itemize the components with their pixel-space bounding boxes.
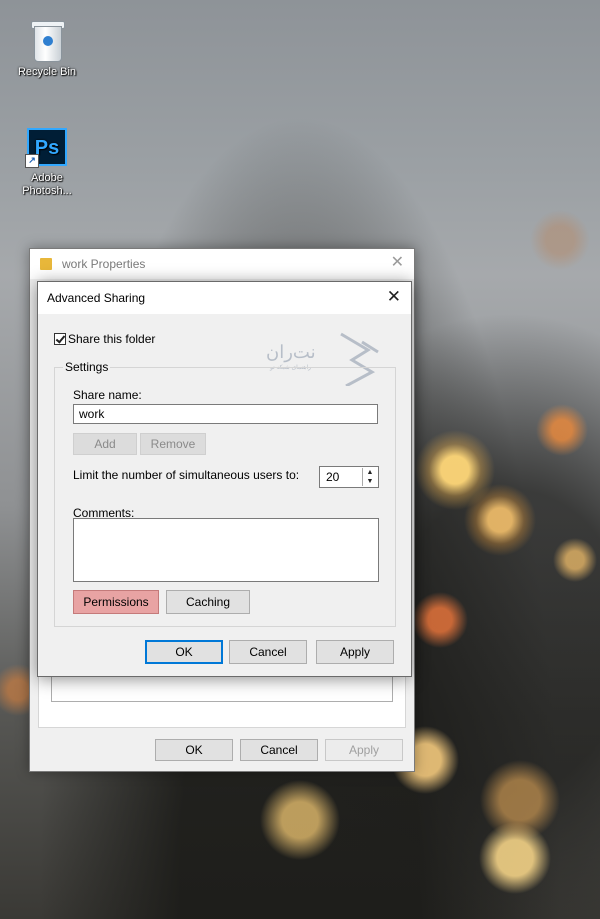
watermark-text: نت‌ران [266, 342, 316, 362]
advanced-sharing-dialog: Advanced Sharing ✕ Share this folder نت‌… [37, 281, 412, 677]
share-folder-label: Share this folder [68, 332, 156, 346]
properties-inner-box [51, 673, 393, 702]
properties-ok-button[interactable]: OK [155, 739, 233, 761]
share-folder-checkbox[interactable] [54, 333, 66, 345]
limit-users-label: Limit the number of simultaneous users t… [73, 468, 300, 482]
close-icon[interactable]: ✕ [391, 255, 404, 271]
properties-titlebar[interactable]: work Properties ✕ [30, 249, 414, 279]
permissions-button[interactable]: Permissions [73, 590, 159, 614]
properties-apply-button[interactable]: Apply [325, 739, 403, 761]
desktop-icon-label: Adobe Photosh... [22, 172, 72, 197]
recycle-bin-icon [29, 18, 65, 62]
shortcut-arrow-icon: ↗ [25, 154, 39, 168]
spin-up-icon[interactable]: ▲ [363, 468, 377, 477]
comments-textarea[interactable] [73, 518, 379, 582]
share-name-label: Share name: [73, 388, 142, 402]
settings-label: Settings [63, 360, 111, 374]
close-icon[interactable]: ✕ [387, 288, 401, 306]
ok-button[interactable]: OK [145, 640, 223, 664]
caching-button[interactable]: Caching [166, 590, 250, 614]
desktop-icon-label: Recycle Bin [17, 66, 77, 78]
remove-button[interactable]: Remove [140, 433, 206, 455]
cancel-button[interactable]: Cancel [229, 640, 307, 664]
desktop-icon-photoshop[interactable]: Ps ↗ Adobe Photosh... [12, 128, 82, 198]
spinner-arrows[interactable]: ▲ ▼ [362, 468, 377, 486]
spin-down-icon[interactable]: ▼ [363, 477, 377, 486]
share-name-input[interactable]: work [73, 404, 378, 424]
add-button[interactable]: Add [73, 433, 137, 455]
settings-group: Settings Share name: work Add Remove Lim… [54, 360, 396, 627]
properties-cancel-button[interactable]: Cancel [240, 739, 318, 761]
properties-tab-panel [38, 673, 406, 728]
properties-title: work Properties [62, 257, 146, 271]
share-folder-row[interactable]: Share this folder [54, 332, 155, 346]
advanced-sharing-titlebar[interactable]: Advanced Sharing ✕ [38, 282, 411, 314]
user-limit-spinbox[interactable]: 20 ▲ ▼ [319, 466, 379, 488]
desktop-icon-recycle-bin[interactable]: Recycle Bin [12, 18, 82, 79]
photoshop-icon: Ps ↗ [25, 128, 67, 168]
apply-button[interactable]: Apply [316, 640, 394, 664]
user-limit-value: 20 [326, 470, 340, 484]
folder-icon [40, 258, 52, 270]
dialog-title: Advanced Sharing [47, 291, 146, 305]
